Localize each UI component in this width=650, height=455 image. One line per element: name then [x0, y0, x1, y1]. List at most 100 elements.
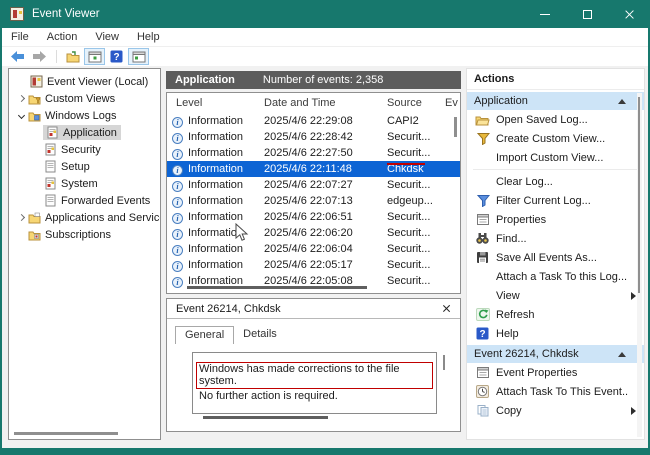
menu-file[interactable]: File: [2, 31, 38, 43]
forward-icon: [33, 51, 46, 62]
tree-item-subscriptions[interactable]: Subscriptions: [9, 226, 160, 243]
action-open-saved-log[interactable]: Open Saved Log...: [467, 110, 644, 129]
event-row[interactable]: Information 2025/4/6 22:07:13 edgeup...: [167, 193, 460, 209]
show-action-pane-icon: [132, 51, 145, 62]
tree-item-windows-logs[interactable]: Windows Logs: [9, 107, 160, 124]
log-header-bar: Application Number of events: 2,358: [166, 71, 461, 89]
message-horizontal-scrollbar[interactable]: [203, 416, 328, 419]
show-action-pane-button[interactable]: [128, 48, 149, 65]
log-file-plain-icon: [43, 194, 57, 207]
action-clear-log[interactable]: Clear Log...: [467, 172, 644, 191]
tree-item-forwarded-events[interactable]: Forwarded Events: [9, 192, 160, 209]
action-save-all-events-as[interactable]: Save All Events As...: [467, 248, 644, 267]
tree-item-label: Event Viewer (Local): [47, 75, 149, 88]
actions-scrollbar-thumb[interactable]: [638, 97, 640, 293]
event-row-selected[interactable]: Information 2025/4/6 22:11:48 Chkdsk: [167, 161, 460, 177]
back-icon: [11, 51, 24, 62]
tree-item-event-viewer-local[interactable]: Event Viewer (Local): [9, 73, 160, 90]
event-row[interactable]: Information 2025/4/6 22:07:27 Securit...: [167, 177, 460, 193]
forward-button[interactable]: [29, 48, 50, 65]
svg-text:?: ?: [113, 52, 119, 63]
event-row[interactable]: Information 2025/4/6 22:06:51 Securit...: [167, 209, 460, 225]
column-header-level[interactable]: Level: [176, 97, 202, 109]
action-event-properties[interactable]: Event Properties: [467, 363, 644, 382]
maximize-icon: [582, 9, 592, 19]
tree-item-label: Applications and Services Logs: [45, 211, 160, 224]
minimize-button[interactable]: [524, 0, 566, 28]
submenu-arrow-icon: [631, 291, 636, 300]
action-view[interactable]: View: [467, 286, 644, 305]
event-row[interactable]: Information 2025/4/6 22:06:04 Securit...: [167, 241, 460, 257]
column-header-event-id[interactable]: Ev: [445, 97, 458, 109]
collapse-section-icon[interactable]: [618, 351, 626, 357]
log-file-icon: [43, 143, 57, 156]
show-console-tree-button[interactable]: [84, 48, 105, 65]
back-button[interactable]: [7, 48, 28, 65]
action-create-custom-view[interactable]: Create Custom View...: [467, 129, 644, 148]
tree-item-system[interactable]: System: [9, 175, 160, 192]
menu-view[interactable]: View: [86, 31, 128, 43]
tree-item-application[interactable]: Application: [9, 124, 160, 141]
event-message-line2: No further action is required.: [199, 390, 338, 402]
tree-item-setup[interactable]: Setup: [9, 158, 160, 175]
export-log-button[interactable]: [62, 48, 83, 65]
tab-details[interactable]: Details: [234, 326, 286, 344]
information-icon: [172, 277, 183, 288]
event-row[interactable]: Information 2025/4/6 22:27:50 Securit...: [167, 145, 460, 161]
event-row[interactable]: Information 2025/4/6 22:29:08 CAPI2: [167, 113, 460, 129]
close-detail-icon[interactable]: [442, 304, 451, 313]
event-list-vertical-scrollbar[interactable]: [454, 117, 457, 137]
menu-help[interactable]: Help: [128, 31, 169, 43]
close-button[interactable]: [608, 0, 650, 28]
funnel-blue-icon: [474, 194, 491, 207]
action-copy[interactable]: Copy: [467, 401, 644, 420]
log-file-icon: [45, 126, 59, 139]
tree-item-custom-views[interactable]: Custom Views: [9, 90, 160, 107]
menu-action[interactable]: Action: [38, 31, 87, 43]
action-import-custom-view[interactable]: Import Custom View...: [467, 148, 644, 167]
tree-item-security[interactable]: Security: [9, 141, 160, 158]
event-row[interactable]: Information 2025/4/6 22:28:42 Securit...: [167, 129, 460, 145]
title-bar: Event Viewer: [0, 0, 650, 28]
action-attach-task-to-event[interactable]: Attach Task To This Event...: [467, 382, 644, 401]
tab-general[interactable]: General: [175, 326, 235, 344]
chevron-right-icon[interactable]: [17, 213, 25, 222]
action-help[interactable]: ? Help: [467, 324, 644, 343]
toolbar-separator: [56, 50, 57, 63]
message-red-box-annotation: Windows has made corrections to the file…: [196, 362, 433, 389]
toolbar: ?: [2, 47, 648, 66]
toolbar-help-button[interactable]: ?: [106, 48, 127, 65]
information-icon: [172, 117, 183, 128]
tree-item-label: Security: [61, 143, 101, 156]
action-find[interactable]: Find...: [467, 229, 644, 248]
open-saved-log-icon: [474, 114, 491, 126]
action-refresh[interactable]: Refresh: [467, 305, 644, 324]
event-list-horizontal-scrollbar[interactable]: [187, 286, 367, 289]
svg-text:?: ?: [479, 329, 485, 340]
column-header-date-time[interactable]: Date and Time: [264, 97, 336, 109]
collapse-section-icon[interactable]: [618, 98, 626, 104]
maximize-button[interactable]: [566, 0, 608, 28]
tree-item-label: Forwarded Events: [61, 194, 151, 207]
column-header-source[interactable]: Source: [387, 97, 422, 109]
tree-item-label: Custom Views: [45, 92, 116, 105]
event-row[interactable]: Information 2025/4/6 22:05:17 Securit...: [167, 257, 460, 273]
actions-section-application[interactable]: Application: [467, 92, 644, 110]
help-icon: ?: [474, 327, 491, 340]
tree-horizontal-scrollbar[interactable]: [14, 432, 118, 435]
chevron-right-icon[interactable]: [17, 94, 25, 103]
action-attach-task-to-log[interactable]: Attach a Task To this Log...: [467, 267, 644, 286]
event-row[interactable]: Information 2025/4/6 22:06:20 Securit...: [167, 225, 460, 241]
tree-item-applications-services-logs[interactable]: Applications and Services Logs: [9, 209, 160, 226]
chevron-down-icon[interactable]: [17, 111, 25, 120]
action-filter-current-log[interactable]: Filter Current Log...: [467, 191, 644, 210]
action-properties[interactable]: Properties: [467, 210, 644, 229]
information-icon: [172, 149, 183, 160]
information-icon: [172, 245, 183, 256]
event-viewer-icon: [29, 75, 43, 88]
information-icon: [172, 165, 183, 176]
log-file-icon: [43, 177, 57, 190]
tree-item-label: Setup: [61, 160, 90, 173]
message-vertical-scrollbar[interactable]: [443, 355, 445, 370]
actions-section-event[interactable]: Event 26214, Chkdsk: [467, 345, 644, 363]
